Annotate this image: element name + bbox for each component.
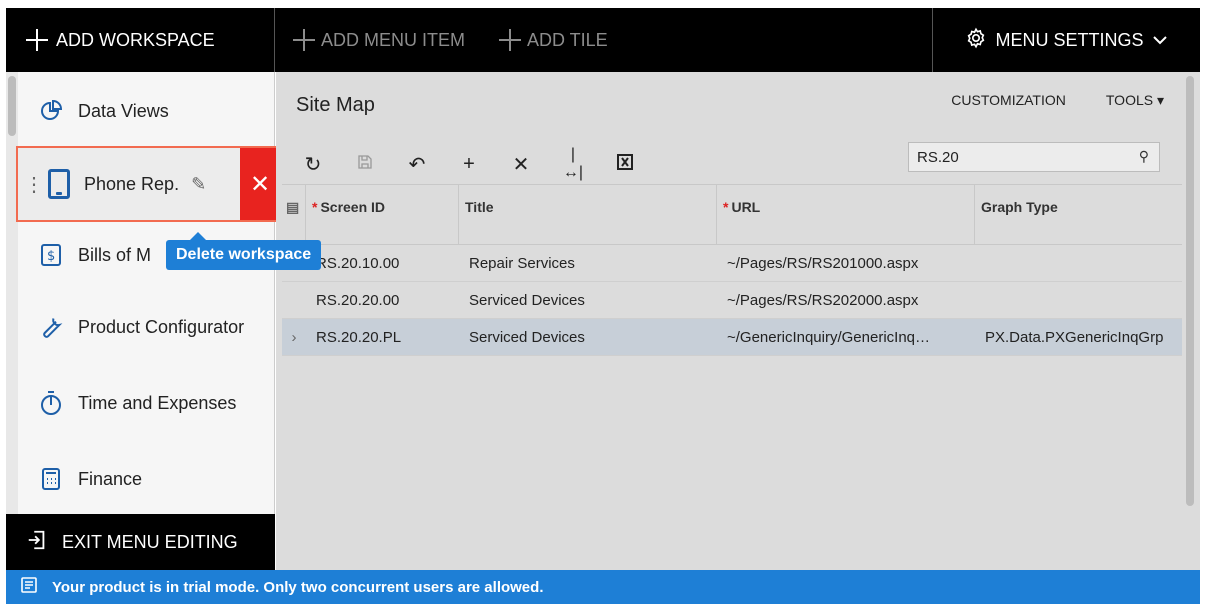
column-header-screen-id[interactable]: * Screen ID: [306, 185, 459, 244]
add-workspace-button[interactable]: ADD WORKSPACE: [6, 8, 275, 72]
column-header-graph-type[interactable]: Graph Type: [975, 185, 1182, 244]
fit-columns-icon[interactable]: |↔|: [562, 146, 584, 182]
wrench-icon: [38, 314, 64, 340]
cell-screen-id: RS.20.20.PL: [316, 328, 402, 346]
sidebar-item-label: Time and Expenses: [78, 392, 237, 413]
invoice-icon: $: [38, 242, 64, 268]
row-selector-icon[interactable]: ▤: [282, 185, 306, 244]
search-field[interactable]: [917, 148, 1117, 166]
delete-workspace-button[interactable]: ✕: [240, 148, 280, 220]
add-row-icon[interactable]: +: [458, 153, 480, 176]
exit-icon: [26, 529, 48, 556]
column-label: Screen ID: [320, 199, 386, 215]
table-row-selected[interactable]: › RS.20.20.PL Serviced Devices ~/Generic…: [282, 319, 1182, 356]
cell-url: ~/Pages/RS/RS201000.aspx: [727, 254, 919, 272]
svg-text:$: $: [47, 249, 55, 264]
sidebar-item-label: Phone Rep.: [84, 173, 180, 194]
cell-screen-id: RS.20.10.00: [316, 254, 400, 272]
search-icon: ⚲: [1138, 148, 1149, 164]
site-map-panel: Site Map CUSTOMIZATION TOOLS ▾ ↻ ↶ + ✕ |…: [276, 72, 1200, 570]
cell-title: Serviced Devices: [469, 291, 585, 309]
cell-screen-id: RS.20.20.00: [316, 291, 400, 309]
message-icon: [20, 576, 38, 598]
tools-label: TOOLS: [1105, 92, 1154, 108]
column-label: URL: [731, 199, 761, 215]
column-label: Graph Type: [981, 199, 1058, 215]
grid-header: ▤ * Screen ID Title * URL Graph Type: [282, 185, 1182, 245]
cell-graph-type: PX.Data.PXGenericInqGrp: [985, 328, 1164, 346]
refresh-icon[interactable]: ↻: [302, 152, 324, 177]
plus-icon: [26, 29, 48, 51]
site-map-grid: ▤ * Screen ID Title * URL Graph Type RS.20…: [282, 184, 1182, 356]
tools-menu[interactable]: TOOLS ▾: [1106, 92, 1164, 109]
sidebar-item-label: Bills of M: [78, 244, 152, 265]
column-header-title[interactable]: Title: [459, 185, 717, 244]
menu-settings-label: MENU SETTINGS: [995, 29, 1144, 50]
calculator-icon: [38, 466, 64, 492]
exit-menu-editing-label: EXIT MENU EDITING: [62, 531, 238, 552]
chevron-down-icon: [1152, 30, 1168, 51]
trial-message: Your product is in trial mode. Only two …: [52, 578, 544, 596]
add-tile-button[interactable]: ADD TILE: [499, 29, 608, 51]
add-menu-item-button[interactable]: ADD MENU ITEM: [293, 29, 465, 51]
pie-chart-icon: [38, 98, 64, 124]
undo-icon[interactable]: ↶: [406, 152, 428, 177]
trial-status-bar: Your product is in trial mode. Only two …: [6, 570, 1200, 604]
drag-handle-icon[interactable]: ⋮: [24, 172, 44, 197]
row-expand-icon[interactable]: ›: [282, 329, 306, 346]
cell-title: Repair Services: [469, 254, 575, 272]
table-row[interactable]: RS.20.10.00 Repair Services ~/Pages/RS/R…: [282, 245, 1182, 282]
menu-settings-button[interactable]: MENU SETTINGS: [932, 8, 1200, 72]
cell-url: ~/Pages/RS/RS202000.aspx: [727, 291, 919, 309]
customization-link[interactable]: CUSTOMIZATION: [951, 92, 1066, 109]
sidebar-item-time-expenses[interactable]: Time and Expenses: [18, 368, 275, 438]
workspace-sidebar: Data Views $ Bills of M Product Configur…: [6, 72, 282, 514]
cell-title: Serviced Devices: [469, 328, 585, 346]
exit-menu-editing-button[interactable]: EXIT MENU EDITING: [6, 514, 275, 570]
table-row[interactable]: RS.20.20.00 Serviced Devices ~/Pages/RS/…: [282, 282, 1182, 319]
column-label: Title: [465, 199, 494, 215]
top-bar: ADD WORKSPACE ADD MENU ITEM ADD TILE MEN…: [6, 8, 1200, 72]
sidebar-item-data-views[interactable]: Data Views: [18, 76, 275, 146]
phone-icon: [48, 169, 70, 199]
sidebar-item-label: Finance: [78, 468, 143, 489]
add-menu-item-label: ADD MENU ITEM: [321, 29, 465, 50]
sidebar-item-label: Product Configurator: [78, 316, 245, 337]
plus-icon: [499, 29, 521, 51]
sidebar-item-label: Data Views: [78, 100, 169, 121]
add-workspace-label: ADD WORKSPACE: [56, 29, 215, 50]
sidebar-item-finance[interactable]: Finance: [18, 444, 275, 514]
gear-icon: [965, 27, 987, 54]
stopwatch-icon: [38, 390, 64, 416]
add-tile-label: ADD TILE: [527, 29, 608, 50]
close-icon: ✕: [249, 170, 271, 198]
export-excel-icon[interactable]: [614, 153, 636, 176]
cell-url: ~/GenericInquiry/GenericInq…: [727, 328, 931, 346]
grid-toolbar: ↻ ↶ + ✕ |↔|: [302, 146, 636, 182]
delete-workspace-tooltip: Delete workspace: [166, 232, 322, 270]
edit-icon[interactable]: ✎: [191, 174, 206, 195]
column-header-url[interactable]: * URL: [717, 185, 975, 244]
sidebar-scrollbar[interactable]: [6, 72, 18, 514]
main-scrollbar[interactable]: [1184, 72, 1196, 570]
sidebar-item-phone-rep[interactable]: ⋮ Phone Rep. ✎ ✕: [16, 146, 282, 222]
plus-icon: [293, 29, 315, 51]
save-icon: [354, 153, 376, 176]
sidebar-item-product-configurator[interactable]: Product Configurator: [18, 292, 275, 362]
delete-row-icon[interactable]: ✕: [510, 152, 532, 177]
search-input[interactable]: ⚲: [908, 142, 1160, 172]
page-title: Site Map: [296, 94, 375, 116]
